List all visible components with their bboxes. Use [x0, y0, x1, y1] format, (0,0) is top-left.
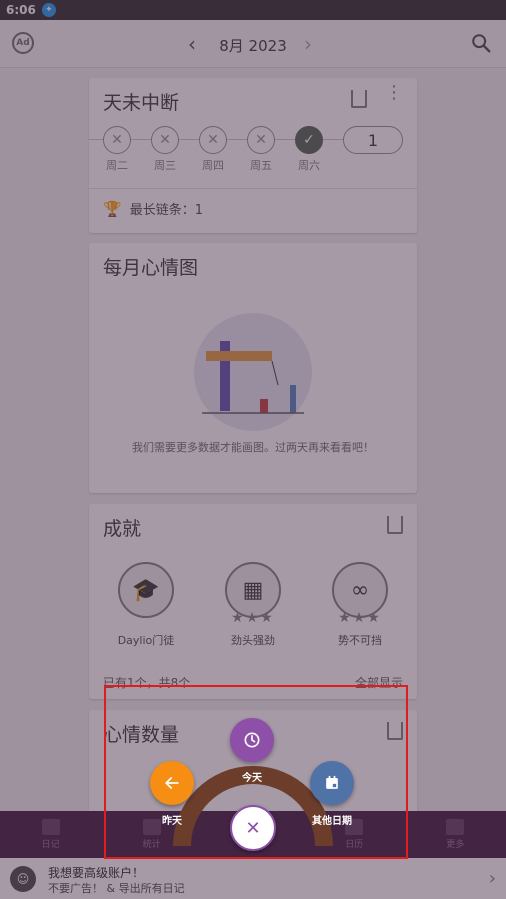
arrow-left-icon: [165, 777, 179, 789]
close-icon: ✕: [245, 817, 261, 839]
close-button[interactable]: ✕: [230, 805, 276, 851]
other-date-button[interactable]: [310, 761, 354, 805]
yesterday-button[interactable]: [150, 761, 194, 805]
other-date-label: 其他日期: [312, 816, 352, 827]
calendar-icon: [326, 775, 338, 789]
yesterday-label: 昨天: [162, 816, 182, 827]
today-button[interactable]: [230, 718, 274, 762]
dim-overlay[interactable]: [0, 0, 506, 899]
today-label: 今天: [242, 773, 262, 784]
clock-icon: [244, 732, 260, 748]
